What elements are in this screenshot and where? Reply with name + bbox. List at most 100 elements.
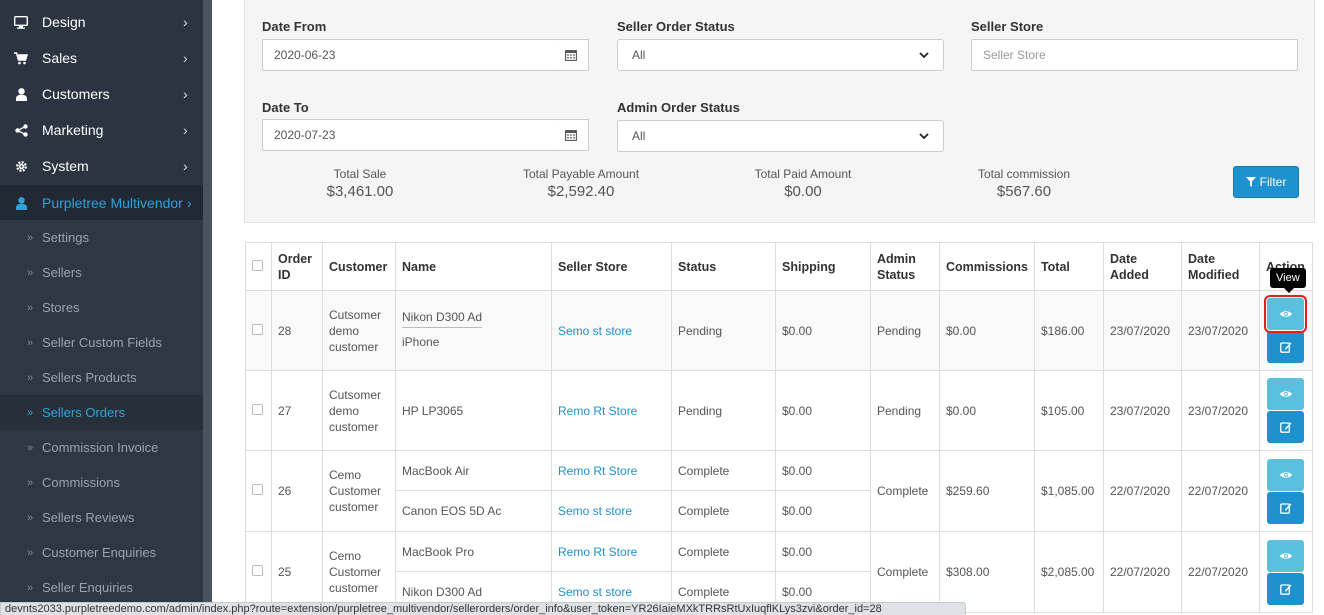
seller-store-label: Seller Store [971, 19, 1044, 34]
row-checkbox[interactable] [252, 323, 263, 335]
table-row: 27 Cutsomer demo customer HP LP3065 Remo… [245, 370, 1313, 451]
col-total[interactable]: Total [1033, 242, 1104, 291]
col-order-id[interactable]: Order ID [271, 242, 323, 291]
date-from-input[interactable]: 2020-06-23 [262, 39, 554, 71]
status-cell: Pending [671, 370, 776, 451]
chevron-right-icon: › [183, 14, 188, 30]
col-date-added[interactable]: Date Added [1102, 242, 1182, 291]
submenu-label: Sellers Orders [42, 405, 126, 420]
menu-purpletree-multivendor[interactable]: Purpletree Multivendor › [0, 185, 203, 221]
table-row: 28 Cutsomer demo customer Nikon D300 Ad … [245, 290, 1313, 371]
seller-store-link[interactable]: Semo st store [558, 504, 632, 518]
customer-cell: Cutsomer demo customer [322, 370, 396, 451]
total-cell: $186.00 [1033, 290, 1104, 371]
col-commissions[interactable]: Commissions [939, 242, 1035, 291]
product-name: iPhone [402, 334, 440, 349]
submenu-sellers[interactable]: » Sellers [0, 255, 203, 290]
menu-label: Design [42, 14, 86, 30]
edit-button[interactable] [1267, 331, 1305, 363]
filter-button[interactable]: Filter [1233, 166, 1299, 198]
seller-store-link[interactable]: Remo Rt Store [558, 464, 637, 478]
date-from-label: Date From [262, 19, 327, 34]
desktop-icon [0, 15, 42, 29]
double-chevron-icon: » [27, 476, 34, 489]
submenu-customer-enquiries[interactable]: » Customer Enquiries [0, 535, 203, 570]
seller-store-link[interactable]: Semo st store [558, 585, 632, 599]
date-modified-cell: 22/07/2020 [1180, 450, 1260, 532]
date-modified-cell: 22/07/2020 [1180, 531, 1260, 613]
view-button[interactable] [1267, 539, 1305, 572]
double-chevron-icon: » [27, 441, 34, 454]
col-date-modified[interactable]: Date Modified [1180, 242, 1260, 291]
submenu-settings[interactable]: » Settings [0, 220, 203, 255]
date-from-calendar-button[interactable] [553, 39, 589, 71]
filter-icon [1245, 177, 1256, 187]
view-button[interactable] [1264, 295, 1308, 333]
row-checkbox[interactable] [252, 403, 263, 415]
submenu-label: Commission Invoice [42, 440, 159, 455]
row-checkbox[interactable] [252, 565, 263, 576]
menu-design[interactable]: Design › [0, 4, 203, 40]
edit-button[interactable] [1267, 411, 1305, 443]
menu-customers[interactable]: Customers › [0, 76, 203, 112]
seller-order-status-select[interactable]: All [617, 39, 944, 71]
menu-label: Sales [42, 50, 78, 66]
date-to-calendar-button[interactable] [553, 119, 589, 151]
double-chevron-icon: » [27, 546, 34, 559]
edit-button[interactable] [1267, 572, 1305, 605]
chevron-down-icon [919, 132, 929, 139]
seller-store-input[interactable]: Seller Store [971, 39, 1298, 71]
line-shipping: $0.00 [776, 451, 870, 491]
col-status[interactable]: Status [671, 242, 776, 291]
seller-store-link[interactable]: Remo Rt Store [558, 545, 637, 559]
row-checkbox[interactable] [252, 484, 263, 495]
submenu-sellers-orders[interactable]: » Sellers Orders [0, 395, 203, 430]
admin-order-status-label: Admin Order Status [617, 100, 740, 115]
col-admin-status[interactable]: Admin Status [870, 242, 940, 291]
select-all-checkbox[interactable] [252, 259, 263, 271]
date-to-input[interactable]: 2020-07-23 [262, 119, 554, 151]
select-all-cell [245, 242, 272, 291]
row-select-cell [245, 370, 272, 451]
submenu-sellers-products[interactable]: » Sellers Products [0, 360, 203, 395]
view-button[interactable] [1267, 378, 1305, 410]
submenu-stores[interactable]: » Stores [0, 290, 203, 325]
submenu-commission-invoice[interactable]: » Commission Invoice [0, 430, 203, 465]
seller-order-status-label: Seller Order Status [617, 19, 735, 34]
total-cell: $2,085.00 [1033, 531, 1104, 613]
menu-sales[interactable]: Sales › [0, 40, 203, 76]
total-cell: $105.00 [1033, 370, 1104, 451]
admin-order-status-select[interactable]: All [617, 120, 944, 152]
sidebar-scrollbar[interactable] [203, 0, 212, 615]
customer-cell: Cemo Customer customer [322, 450, 396, 532]
customer-cell: Cutsomer demo customer [322, 290, 396, 371]
edit-icon [1280, 342, 1292, 353]
menu-marketing[interactable]: Marketing › [0, 112, 203, 148]
edit-button[interactable] [1267, 491, 1305, 524]
seller-store-link[interactable]: Semo st store [558, 324, 632, 338]
seller-store-link[interactable]: Remo Rt Store [558, 404, 637, 418]
commissions-cell: $308.00 [939, 531, 1035, 613]
status-cell: Complete Complete [671, 531, 776, 613]
submenu-sellers-reviews[interactable]: » Sellers Reviews [0, 500, 203, 535]
calendar-icon [564, 130, 577, 141]
sidebar: Design › Sales › Customers › Marketing ›… [0, 0, 203, 615]
col-seller-store[interactable]: Seller Store [551, 242, 672, 291]
user-icon [0, 87, 42, 101]
submenu-seller-custom-fields[interactable]: » Seller Custom Fields [0, 325, 203, 360]
menu-label: Marketing [42, 122, 104, 138]
col-name[interactable]: Name [395, 242, 552, 291]
menu-system[interactable]: System › [0, 148, 203, 184]
submenu-seller-enquiries[interactable]: » Seller Enquiries [0, 570, 203, 605]
shipping-cell: $0.00 $0.00 [775, 531, 871, 613]
name-cell: MacBook Air Canon EOS 5D Ac [395, 450, 552, 532]
product-name: Canon EOS 5D Ac [402, 504, 502, 518]
date-added-cell: 23/07/2020 [1102, 370, 1182, 451]
submenu-commissions[interactable]: » Commissions [0, 465, 203, 500]
shipping-cell: $0.00 [775, 290, 871, 371]
col-shipping[interactable]: Shipping [775, 242, 871, 291]
submenu-label: Seller Enquiries [42, 580, 134, 595]
col-customer[interactable]: Customer [322, 242, 396, 291]
row-select-cell [245, 450, 272, 532]
view-button[interactable] [1267, 458, 1305, 491]
